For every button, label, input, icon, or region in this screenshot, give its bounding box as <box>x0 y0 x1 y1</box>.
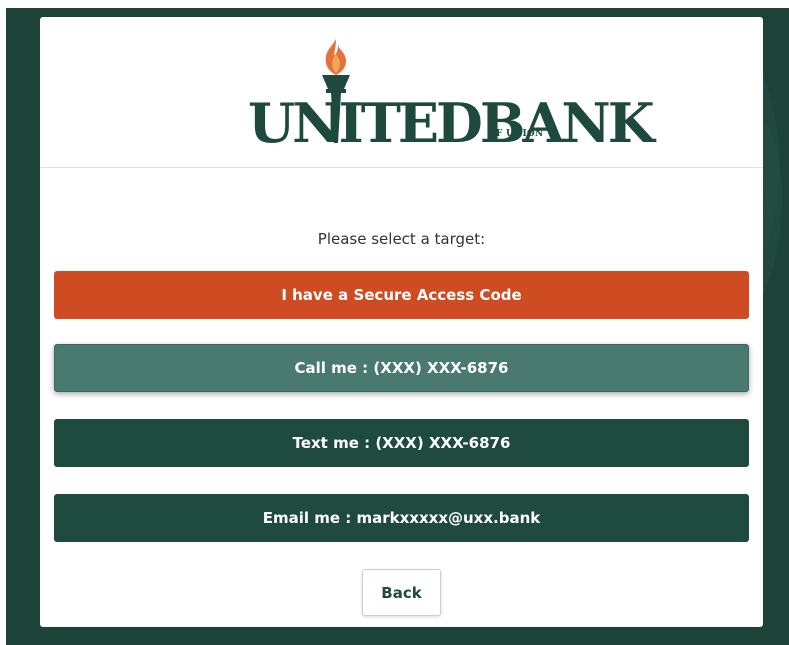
text-me-button[interactable]: Text me : (XXX) XXX-6876 <box>54 419 749 467</box>
logo-subtitle: OF UNION <box>488 129 544 139</box>
email-me-button[interactable]: Email me : markxxxxx@uxx.bank <box>54 494 749 542</box>
call-me-button[interactable]: Call me : (XXX) XXX-6876 <box>54 344 749 392</box>
logo-wordmark: UNITEDBANK <box>248 91 655 155</box>
card-header: UNITEDBANK OF UNION <box>40 17 763 168</box>
verification-card: UNITEDBANK OF UNION Please select a targ… <box>40 17 763 627</box>
back-button[interactable]: Back <box>362 569 441 616</box>
secure-access-code-button[interactable]: I have a Secure Access Code <box>54 271 749 319</box>
select-target-prompt: Please select a target: <box>317 230 486 248</box>
united-bank-logo: UNITEDBANK OF UNION <box>248 37 655 157</box>
